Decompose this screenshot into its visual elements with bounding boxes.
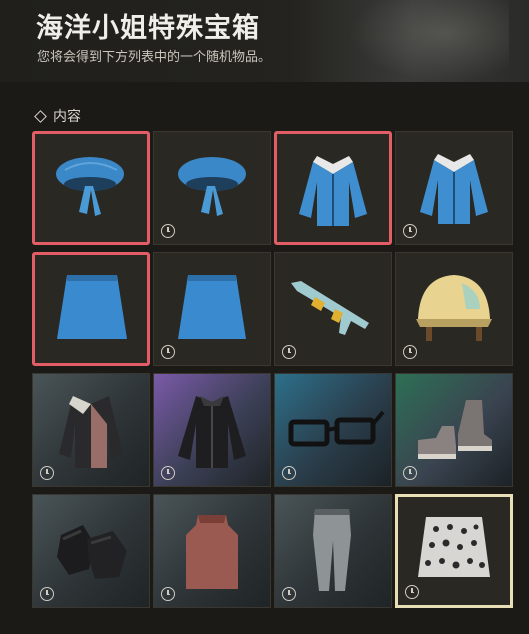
helmet-skin-item[interactable] (395, 252, 513, 366)
clock-icon (161, 345, 175, 359)
blue-beret-item[interactable] (32, 131, 150, 245)
leather-jacket-item[interactable] (32, 373, 150, 487)
skirt-icon (57, 275, 127, 339)
blue-jacket-item-timed[interactable] (395, 131, 513, 245)
clock-icon (161, 587, 175, 601)
clock-icon (40, 466, 54, 480)
clock-icon (282, 466, 296, 480)
page-subtitle: 您将会得到下方列表中的一个随机物品。 (37, 50, 272, 65)
clock-icon (403, 345, 417, 359)
pants-item[interactable] (274, 494, 392, 608)
jacket-icon (299, 156, 367, 226)
clock-icon (403, 224, 417, 238)
clock-icon (161, 466, 175, 480)
section-header: 内容 (34, 106, 81, 126)
vest-item[interactable] (153, 494, 271, 608)
clock-icon (282, 587, 296, 601)
section-label: 内容 (53, 109, 81, 125)
black-jacket-item[interactable] (153, 373, 271, 487)
clock-icon (40, 587, 54, 601)
sneakers-item[interactable] (395, 373, 513, 487)
header: 海洋小姐特殊宝箱 您将会得到下方列表中的一个随机物品。 (0, 0, 529, 82)
glasses-item[interactable] (274, 373, 392, 487)
header-background-art (349, 0, 509, 82)
clock-icon (403, 466, 417, 480)
blue-jacket-item[interactable] (274, 131, 392, 245)
clock-icon (161, 224, 175, 238)
beret-icon (56, 157, 124, 216)
diamond-icon (34, 109, 47, 123)
page-title: 海洋小姐特殊宝箱 (36, 13, 260, 44)
clock-icon (405, 585, 419, 599)
clock-icon (282, 345, 296, 359)
rifle-skin-item[interactable] (274, 252, 392, 366)
leopard-skirt-item[interactable] (395, 494, 513, 608)
gloves-item[interactable] (32, 494, 150, 608)
blue-beret-item-timed[interactable] (153, 131, 271, 245)
item-grid (32, 131, 513, 608)
blue-skirt-item[interactable] (32, 252, 150, 366)
blue-skirt-item-timed[interactable] (153, 252, 271, 366)
